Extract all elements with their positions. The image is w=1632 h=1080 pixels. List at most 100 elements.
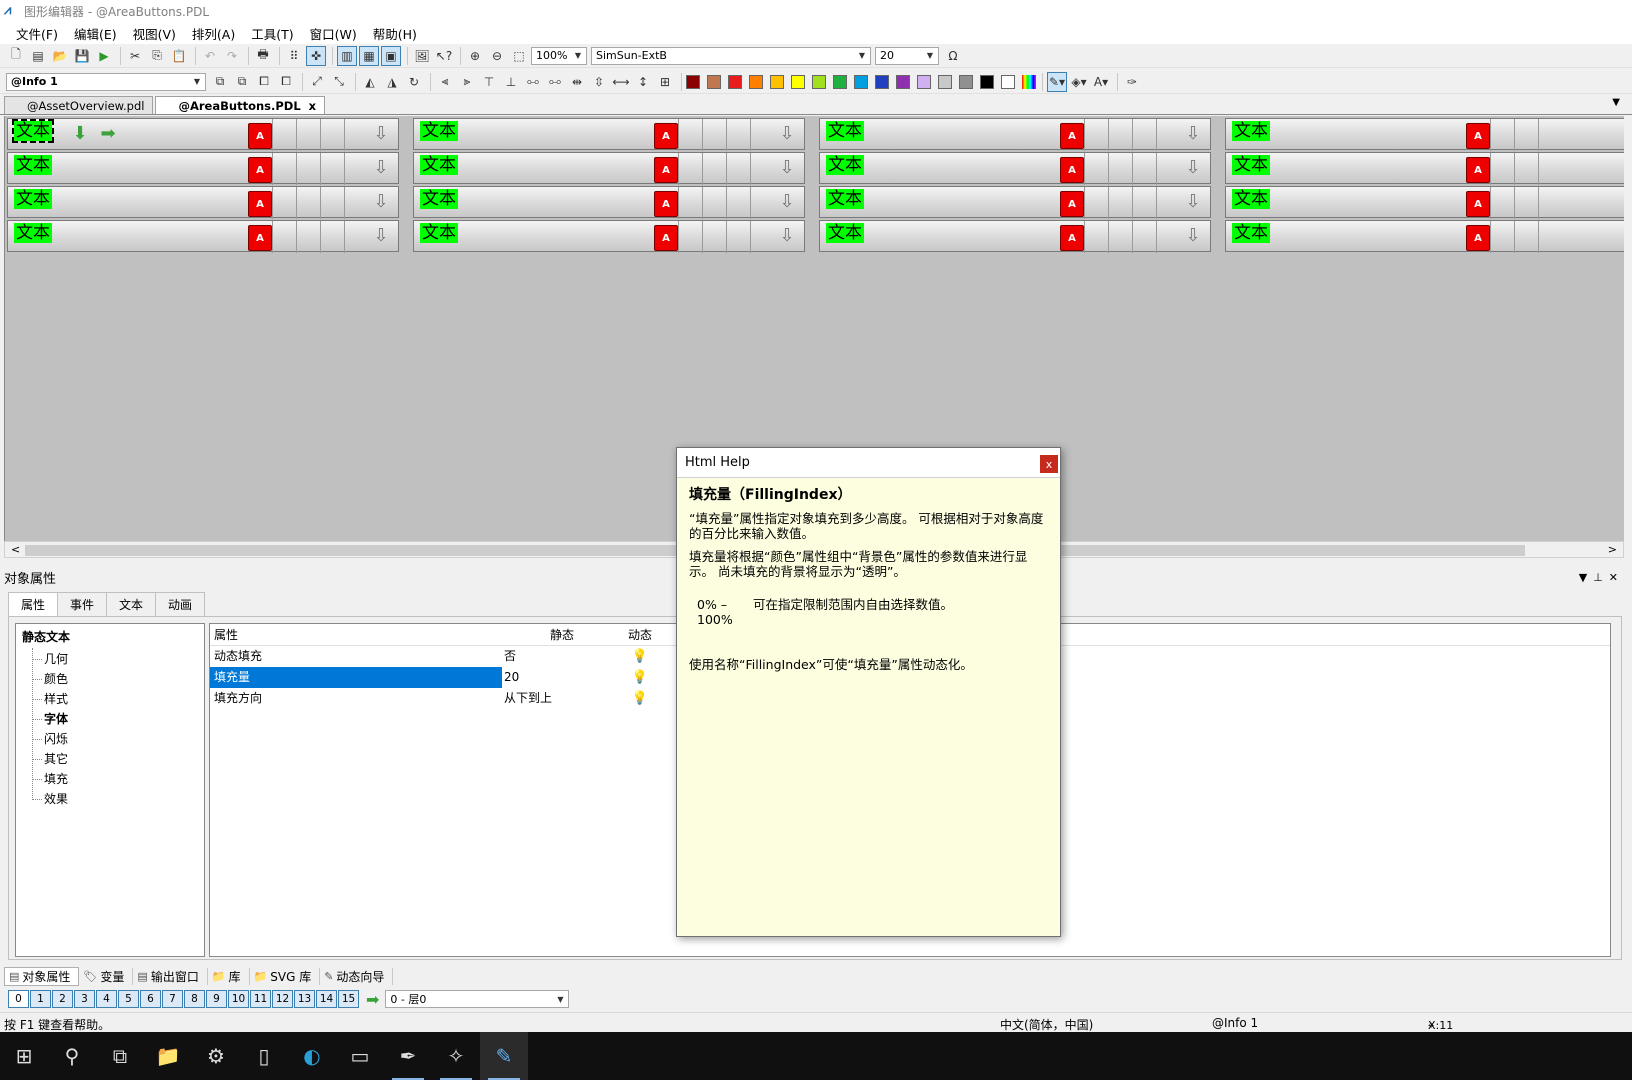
- area-button[interactable]: 文本 A ⇩: [7, 220, 399, 253]
- file-explorer-icon[interactable]: 📁: [144, 1032, 192, 1080]
- down-arrow-icon[interactable]: ⇩: [370, 155, 392, 181]
- tab-list-dropdown-icon[interactable]: ▼: [1612, 97, 1620, 108]
- layer-button[interactable]: 4: [96, 990, 117, 1008]
- mirror-horizontal-icon[interactable]: ◭: [360, 72, 380, 92]
- close-icon[interactable]: ✕: [1609, 571, 1624, 584]
- menu-help[interactable]: 帮助(H): [365, 24, 425, 43]
- red-alarm-button[interactable]: A: [654, 225, 678, 251]
- backward-one-icon[interactable]: ⧠: [276, 72, 296, 92]
- layer-button[interactable]: 7: [162, 990, 183, 1008]
- menu-edit[interactable]: 编辑(E): [66, 24, 125, 43]
- tab-text[interactable]: 文本: [106, 592, 157, 616]
- down-arrow-icon[interactable]: ⇩: [776, 223, 798, 249]
- rotate-icon[interactable]: ↻: [404, 72, 424, 92]
- color-swatch[interactable]: [959, 74, 973, 89]
- eyedropper-icon[interactable]: ✑: [1122, 72, 1142, 92]
- grid-icon[interactable]: ⠿: [284, 46, 304, 66]
- graphics-editor-taskbar-icon[interactable]: ✎: [480, 1032, 528, 1080]
- doc-tab-area-buttons[interactable]: @AreaButtons.PDL x: [155, 96, 326, 114]
- open-folder-icon[interactable]: 📂: [50, 46, 70, 66]
- line-color-icon[interactable]: ✎▾: [1047, 71, 1067, 92]
- area-button[interactable]: 文本 A ⇩: [413, 152, 805, 185]
- tab-tags[interactable]: 🏷 变量: [79, 967, 134, 985]
- rainbow-color-icon[interactable]: [1022, 74, 1036, 89]
- lightbulb-icon[interactable]: 💡: [620, 667, 660, 688]
- red-alarm-button[interactable]: A: [1466, 191, 1490, 217]
- tree-item-styles[interactable]: 样式: [22, 689, 198, 709]
- terminal-icon[interactable]: ▭: [336, 1032, 384, 1080]
- align-bottom-icon[interactable]: ⊥: [501, 72, 521, 92]
- down-arrow-icon[interactable]: ⇩: [1182, 155, 1204, 181]
- area-button[interactable]: 文本 ⬇ ➡ A ⇩: [7, 118, 399, 151]
- layer-button[interactable]: 1: [30, 990, 51, 1008]
- properties-panel-icon[interactable]: ▣: [381, 45, 401, 66]
- zoom-combo[interactable]: 100% ▼: [531, 46, 587, 65]
- area-button[interactable]: 文本 A ⇩: [413, 186, 805, 219]
- undo-icon[interactable]: ↶: [200, 46, 220, 66]
- down-arrow-icon[interactable]: ⇩: [776, 189, 798, 215]
- color-swatch[interactable]: [728, 74, 742, 89]
- layer-button[interactable]: 12: [272, 990, 293, 1008]
- down-arrow-icon[interactable]: ⇩: [1182, 121, 1204, 147]
- area-button[interactable]: 文本 A ⇩: [413, 220, 805, 253]
- copy-icon[interactable]: ⎘: [147, 46, 167, 66]
- down-arrow-icon[interactable]: ⇩: [776, 121, 798, 147]
- property-name[interactable]: 动态填充: [210, 646, 502, 667]
- property-static-value[interactable]: 20: [502, 667, 620, 688]
- scroll-left-icon[interactable]: <: [11, 543, 20, 556]
- new-file-icon[interactable]: 🗋: [6, 46, 26, 66]
- color-swatch[interactable]: [749, 74, 763, 89]
- property-name[interactable]: 填充方向: [210, 688, 502, 709]
- color-swatch[interactable]: [1001, 74, 1015, 89]
- layer-button[interactable]: 13: [294, 990, 315, 1008]
- down-arrow-icon[interactable]: ⇩: [1182, 223, 1204, 249]
- area-button[interactable]: 文本 A ⇩: [819, 220, 1211, 253]
- font-size-combo[interactable]: 20 ▼: [875, 46, 939, 65]
- layer-button[interactable]: 11: [250, 990, 271, 1008]
- windows-start-icon[interactable]: ⊞: [0, 1032, 48, 1080]
- area-button[interactable]: 文本 A ⇩: [7, 152, 399, 185]
- tab-object-properties[interactable]: ▤ 对象属性: [4, 966, 80, 986]
- red-alarm-button[interactable]: A: [1060, 225, 1084, 251]
- area-button[interactable]: 文本 A ⇩: [413, 118, 805, 151]
- mirror-vertical-icon[interactable]: ◮: [382, 72, 402, 92]
- tree-item-colors[interactable]: 颜色: [22, 669, 198, 689]
- red-alarm-button[interactable]: A: [1466, 123, 1490, 149]
- document-app-icon[interactable]: ▯: [240, 1032, 288, 1080]
- color-swatch[interactable]: [707, 74, 721, 89]
- red-alarm-button[interactable]: A: [1466, 225, 1490, 251]
- new-template-icon[interactable]: ▤: [28, 46, 48, 66]
- lightbulb-icon[interactable]: 💡: [620, 646, 660, 667]
- red-alarm-button[interactable]: A: [654, 157, 678, 183]
- green-arrow-down-icon[interactable]: ⬇: [68, 122, 92, 146]
- zoom-in-icon[interactable]: ⊕: [465, 46, 485, 66]
- tree-item-font[interactable]: 字体: [22, 709, 198, 729]
- edge-browser-icon[interactable]: ◐: [288, 1032, 336, 1080]
- layer-button[interactable]: 14: [316, 990, 337, 1008]
- color-swatch[interactable]: [812, 74, 826, 89]
- save-icon[interactable]: 💾: [72, 46, 92, 66]
- distribute-horizontal-icon[interactable]: ⇹: [567, 72, 587, 92]
- tree-root-static-text[interactable]: 静态文本: [22, 628, 198, 645]
- zoom-out-icon[interactable]: ⊖: [487, 46, 507, 66]
- align-left-icon[interactable]: ⫷: [435, 72, 455, 92]
- red-alarm-button[interactable]: A: [248, 157, 272, 183]
- color-swatch[interactable]: [980, 74, 994, 89]
- color-swatch[interactable]: [917, 74, 931, 89]
- lightbulb-icon[interactable]: 💡: [620, 688, 660, 709]
- tab-events[interactable]: 事件: [57, 592, 108, 616]
- layers-panel-icon[interactable]: ▥: [337, 45, 357, 66]
- area-button[interactable]: 文本 A ⇩: [819, 118, 1211, 151]
- tab-output-window[interactable]: ▤ 输出窗口: [133, 967, 208, 985]
- green-arrow-right-icon[interactable]: ➡: [96, 122, 120, 146]
- scroll-right-icon[interactable]: >: [1608, 543, 1617, 556]
- area-button[interactable]: 文本 A: [1225, 152, 1624, 185]
- area-button[interactable]: 文本 A: [1225, 186, 1624, 219]
- tree-item-filling[interactable]: 填充: [22, 769, 198, 789]
- align-right-icon[interactable]: ⫸: [457, 72, 477, 92]
- center-horizontal-icon[interactable]: ⧟: [523, 72, 543, 92]
- fill-color-icon[interactable]: ◈▾: [1069, 72, 1089, 92]
- red-alarm-button[interactable]: A: [248, 191, 272, 217]
- center-vertical-icon[interactable]: ⧟: [545, 72, 565, 92]
- print-icon[interactable]: 🖶: [253, 46, 273, 66]
